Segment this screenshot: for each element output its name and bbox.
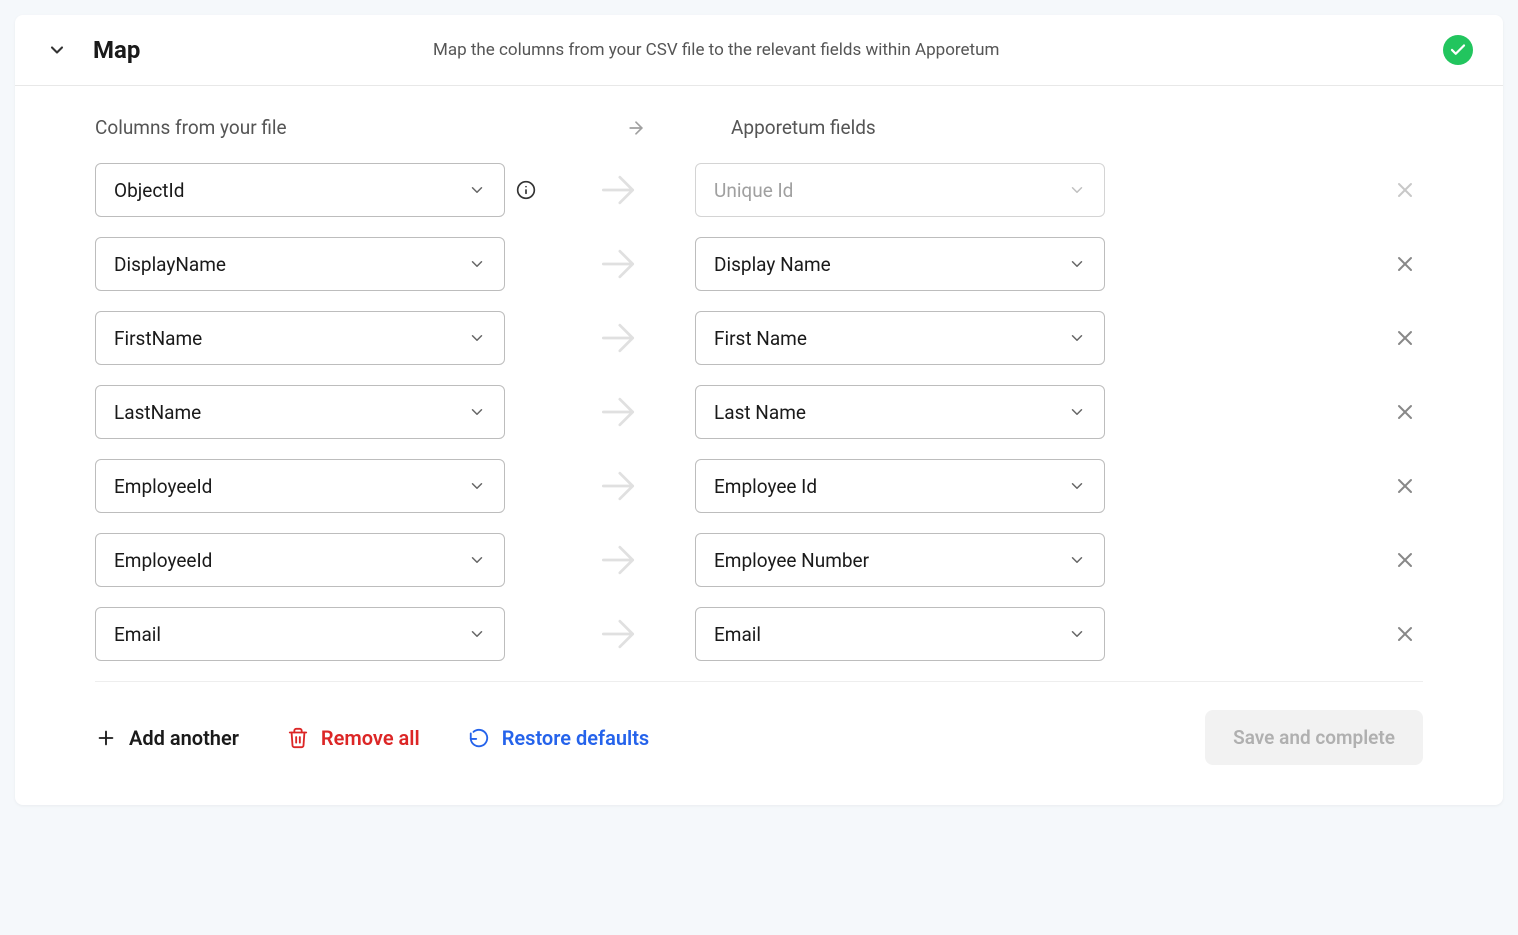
status-complete-badge <box>1443 35 1473 65</box>
target-select[interactable]: Display Name <box>695 237 1105 291</box>
arrow-header <box>541 118 731 138</box>
mapping-arrow <box>541 316 695 360</box>
restore-defaults-label: Restore defaults <box>502 726 650 750</box>
card-header: Map Map the columns from your CSV file t… <box>15 15 1503 86</box>
target-select: Unique Id <box>695 163 1105 217</box>
target-value: Employee Id <box>714 475 817 498</box>
remove-row-button[interactable] <box>1387 394 1423 430</box>
source-value: DisplayName <box>114 253 226 276</box>
close-icon <box>1393 252 1417 276</box>
arrow-right-icon <box>626 118 646 138</box>
close-icon <box>1393 474 1417 498</box>
page-subtitle: Map the columns from your CSV file to th… <box>433 40 1443 60</box>
close-icon <box>1393 622 1417 646</box>
check-icon <box>1449 41 1467 59</box>
chevron-down-icon <box>1068 329 1086 347</box>
source-column-header: Columns from your file <box>95 116 505 139</box>
collapse-toggle[interactable] <box>45 38 69 62</box>
target-value: Email <box>714 623 761 646</box>
source-select[interactable]: EmployeeId <box>95 533 505 587</box>
mapping-arrow <box>541 390 695 434</box>
target-select[interactable]: Last Name <box>695 385 1105 439</box>
source-value: EmployeeId <box>114 475 212 498</box>
remove-all-label: Remove all <box>321 726 420 750</box>
source-select[interactable]: Email <box>95 607 505 661</box>
mapping-row: Email Email <box>95 607 1423 661</box>
info-icon[interactable] <box>511 180 541 200</box>
chevron-down-icon <box>1068 255 1086 273</box>
chevron-down-icon <box>1068 403 1086 421</box>
close-icon <box>1393 326 1417 350</box>
chevron-down-icon <box>468 329 486 347</box>
remove-row-button[interactable] <box>1387 542 1423 578</box>
remove-row-button[interactable] <box>1387 246 1423 282</box>
chevron-down-icon <box>468 625 486 643</box>
mapping-row: FirstName First Name <box>95 311 1423 365</box>
chevron-down-icon <box>1068 181 1086 199</box>
mapping-row: EmployeeId Employee Number <box>95 533 1423 587</box>
source-select[interactable]: EmployeeId <box>95 459 505 513</box>
target-value: Display Name <box>714 253 831 276</box>
remove-all-button[interactable]: Remove all <box>287 716 420 760</box>
mapping-arrow <box>541 168 695 212</box>
source-value: LastName <box>114 401 201 424</box>
save-complete-label: Save and complete <box>1233 726 1395 749</box>
close-icon <box>1393 400 1417 424</box>
target-select[interactable]: Employee Number <box>695 533 1105 587</box>
mapping-row: EmployeeId Employee Id <box>95 459 1423 513</box>
source-select[interactable]: DisplayName <box>95 237 505 291</box>
source-select[interactable]: LastName <box>95 385 505 439</box>
target-value: Employee Number <box>714 549 869 572</box>
target-column-header: Apporetum fields <box>731 116 1141 139</box>
mapping-arrow <box>541 242 695 286</box>
divider <box>95 681 1423 682</box>
mapping-row: DisplayName Display Name <box>95 237 1423 291</box>
target-value: Unique Id <box>714 179 793 202</box>
chevron-down-icon <box>468 255 486 273</box>
mapping-row: LastName Last Name <box>95 385 1423 439</box>
chevron-down-icon <box>468 551 486 569</box>
page-title: Map <box>93 36 433 64</box>
source-value: EmployeeId <box>114 549 212 572</box>
mappings-list: ObjectId Unique Id DisplayName Display Name… <box>95 163 1423 661</box>
remove-row-button[interactable] <box>1387 320 1423 356</box>
restore-defaults-button[interactable]: Restore defaults <box>468 716 650 760</box>
plus-icon <box>95 727 117 749</box>
trash-icon <box>287 727 309 749</box>
chevron-down-icon <box>468 477 486 495</box>
mapping-arrow <box>541 612 695 656</box>
target-value: Last Name <box>714 401 806 424</box>
remove-row-button[interactable] <box>1387 616 1423 652</box>
target-select[interactable]: Email <box>695 607 1105 661</box>
chevron-down-icon <box>47 40 67 60</box>
save-complete-button[interactable]: Save and complete <box>1205 710 1423 765</box>
target-value: First Name <box>714 327 807 350</box>
source-value: FirstName <box>114 327 202 350</box>
mapping-arrow <box>541 464 695 508</box>
add-another-label: Add another <box>129 726 239 750</box>
close-icon <box>1393 548 1417 572</box>
mapping-row: ObjectId Unique Id <box>95 163 1423 217</box>
map-card: Map Map the columns from your CSV file t… <box>15 15 1503 805</box>
source-value: ObjectId <box>114 179 184 202</box>
source-select[interactable]: FirstName <box>95 311 505 365</box>
mapping-arrow <box>541 538 695 582</box>
source-select[interactable]: ObjectId <box>95 163 505 217</box>
chevron-down-icon <box>1068 477 1086 495</box>
chevron-down-icon <box>1068 551 1086 569</box>
close-icon <box>1393 178 1417 202</box>
chevron-down-icon <box>468 181 486 199</box>
add-another-button[interactable]: Add another <box>95 716 239 760</box>
target-select[interactable]: First Name <box>695 311 1105 365</box>
source-value: Email <box>114 623 161 646</box>
undo-icon <box>468 727 490 749</box>
chevron-down-icon <box>1068 625 1086 643</box>
target-select[interactable]: Employee Id <box>695 459 1105 513</box>
footer: Add another Remove all Restore defaults … <box>95 710 1423 765</box>
card-body: Columns from your file Apporetum fields … <box>15 86 1503 805</box>
columns-header: Columns from your file Apporetum fields <box>95 116 1423 139</box>
chevron-down-icon <box>468 403 486 421</box>
remove-row-button <box>1387 172 1423 208</box>
remove-row-button[interactable] <box>1387 468 1423 504</box>
